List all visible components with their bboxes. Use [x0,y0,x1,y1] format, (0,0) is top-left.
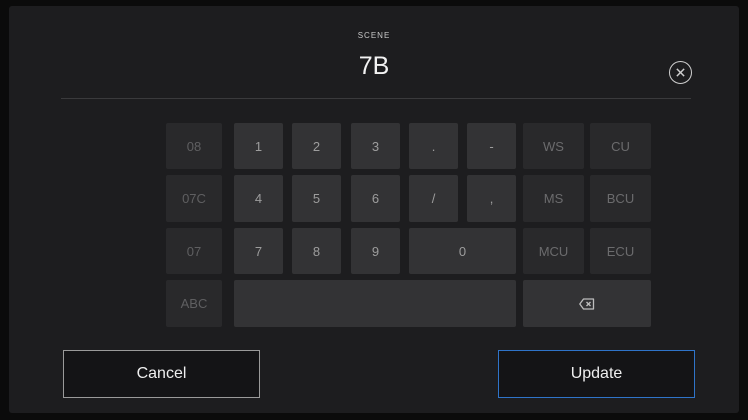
history-key-07c[interactable]: 07C [166,175,222,222]
history-key-07[interactable]: 07 [166,228,222,274]
backspace-icon [579,297,595,310]
digit-key-5[interactable]: 5 [292,175,341,222]
suffix-key-ws[interactable]: WS [523,123,584,169]
digit-key-1[interactable]: 1 [234,123,283,169]
digit-key-4[interactable]: 4 [234,175,283,222]
comma-key[interactable]: , [467,175,516,222]
backspace-key[interactable] [523,280,651,327]
suffix-key-ms[interactable]: MS [523,175,584,222]
update-button[interactable]: Update [498,350,695,398]
digit-key-0[interactable]: 0 [409,228,516,274]
cancel-button[interactable]: Cancel [63,350,260,398]
scene-value-display[interactable]: 7B [9,52,739,81]
digit-key-3[interactable]: 3 [351,123,400,169]
period-key[interactable]: . [409,123,458,169]
suffix-key-cu[interactable]: CU [590,123,651,169]
digit-key-6[interactable]: 6 [351,175,400,222]
clear-button[interactable] [669,61,692,84]
dash-key[interactable]: - [467,123,516,169]
close-circle-icon [676,68,685,77]
digit-key-9[interactable]: 9 [351,228,400,274]
digit-key-8[interactable]: 8 [292,228,341,274]
space-key[interactable] [234,280,516,327]
slash-key[interactable]: / [409,175,458,222]
digit-key-2[interactable]: 2 [292,123,341,169]
suffix-key-bcu[interactable]: BCU [590,175,651,222]
scene-entry-screen: SCENE 7B 08 1 2 3 . - WS CU 07C 4 5 6 / … [9,6,739,413]
history-key-08[interactable]: 08 [166,123,222,169]
digit-key-7[interactable]: 7 [234,228,283,274]
scene-label: SCENE [357,31,391,40]
suffix-key-ecu[interactable]: ECU [590,228,651,274]
suffix-key-mcu[interactable]: MCU [523,228,584,274]
abc-key[interactable]: ABC [166,280,222,327]
header-divider [61,98,691,99]
